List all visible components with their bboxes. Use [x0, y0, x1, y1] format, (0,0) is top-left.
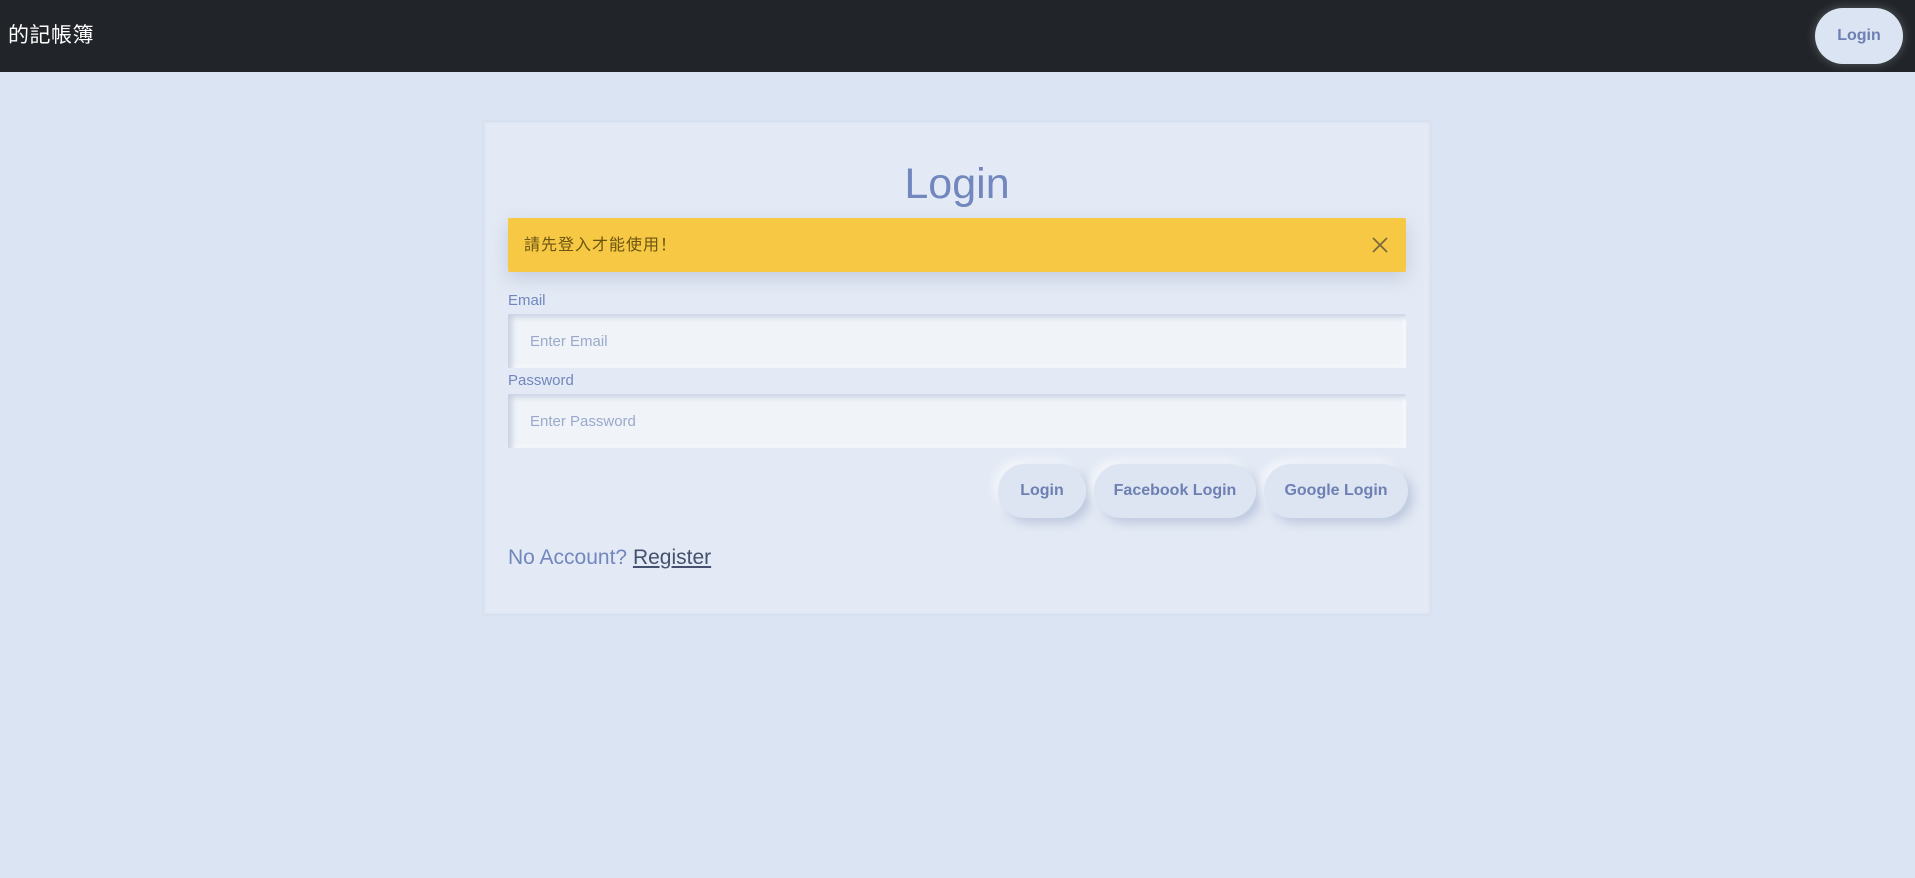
- register-prompt-line: No Account? Register: [508, 544, 711, 572]
- brand-title[interactable]: 的記帳簿: [8, 21, 94, 49]
- facebook-login-button[interactable]: Facebook Login: [1094, 464, 1256, 518]
- password-input[interactable]: [508, 394, 1406, 448]
- password-label: Password: [508, 372, 574, 389]
- navbar-login-button[interactable]: Login: [1815, 8, 1903, 64]
- close-icon: [1372, 237, 1388, 253]
- login-card: Login 請先登入才能使用！ Email Password Login Fac…: [484, 122, 1430, 614]
- login-button[interactable]: Login: [998, 464, 1086, 518]
- email-input[interactable]: [508, 314, 1406, 368]
- alert-close-button[interactable]: [1368, 233, 1392, 257]
- google-login-button[interactable]: Google Login: [1264, 464, 1408, 518]
- navbar: 的記帳簿 Login: [0, 0, 1915, 72]
- register-link[interactable]: Register: [633, 546, 711, 569]
- email-label: Email: [508, 292, 546, 309]
- alert-message: 請先登入才能使用！: [524, 235, 678, 254]
- register-prompt: No Account?: [508, 546, 628, 569]
- login-required-alert: 請先登入才能使用！: [508, 218, 1406, 272]
- page-title: Login: [904, 160, 1010, 208]
